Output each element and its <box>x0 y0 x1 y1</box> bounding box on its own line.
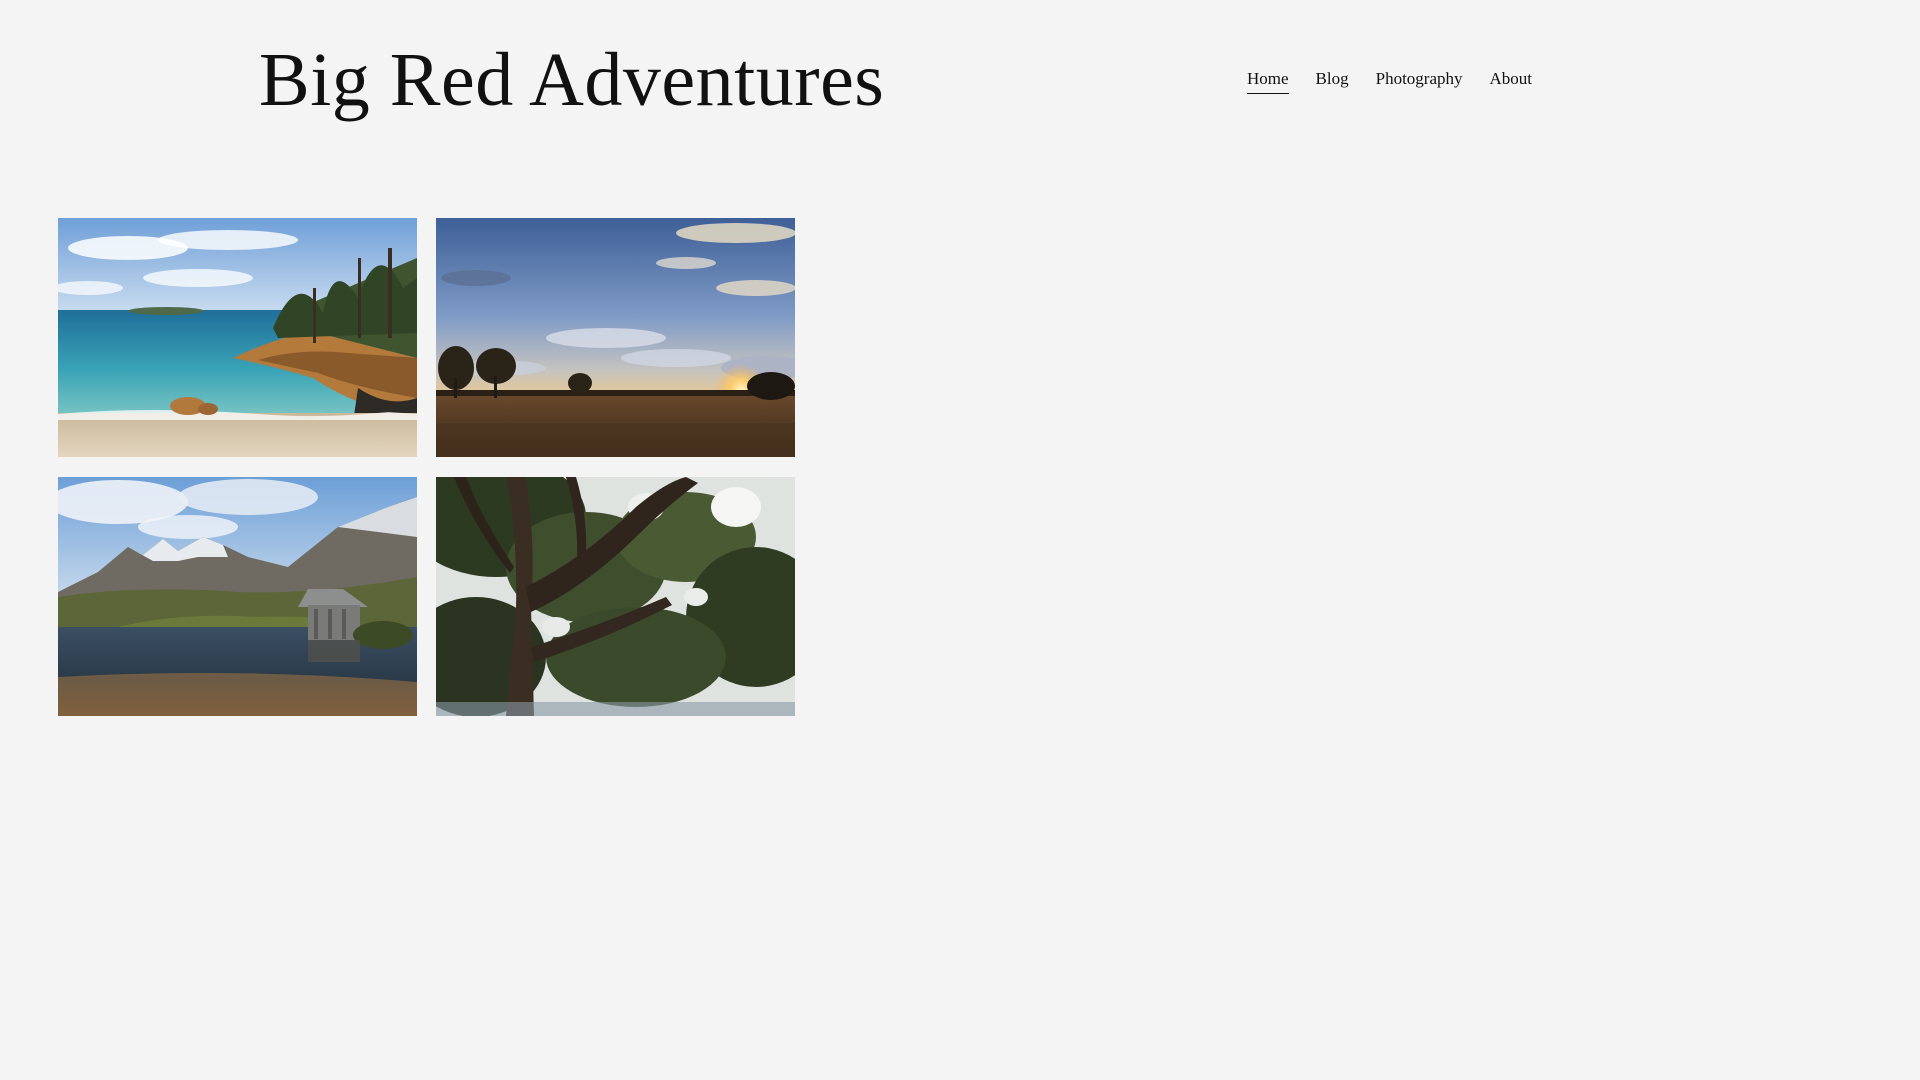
gallery-photo-tree[interactable] <box>436 477 795 716</box>
gallery-photo-beach[interactable] <box>58 218 417 457</box>
eucalyptus-tree-photo <box>436 477 795 716</box>
site-title[interactable]: Big Red Adventures <box>259 32 884 128</box>
page: Big Red Adventures Home Blog Photography… <box>0 0 1920 1080</box>
photo-gallery <box>58 218 795 716</box>
coastal-beach-photo <box>58 218 417 457</box>
nav-about-link[interactable]: About <box>1490 68 1533 94</box>
gallery-photo-mountain[interactable] <box>58 477 417 716</box>
gallery-photo-sunset[interactable] <box>436 218 795 457</box>
mountain-boatshed-photo <box>58 477 417 716</box>
nav-photography-link[interactable]: Photography <box>1376 68 1463 94</box>
nav-home-link[interactable]: Home <box>1247 68 1289 94</box>
nav-blog-link[interactable]: Blog <box>1316 68 1349 94</box>
sunset-field-photo <box>436 218 795 457</box>
main-nav: Home Blog Photography About <box>1247 68 1532 94</box>
